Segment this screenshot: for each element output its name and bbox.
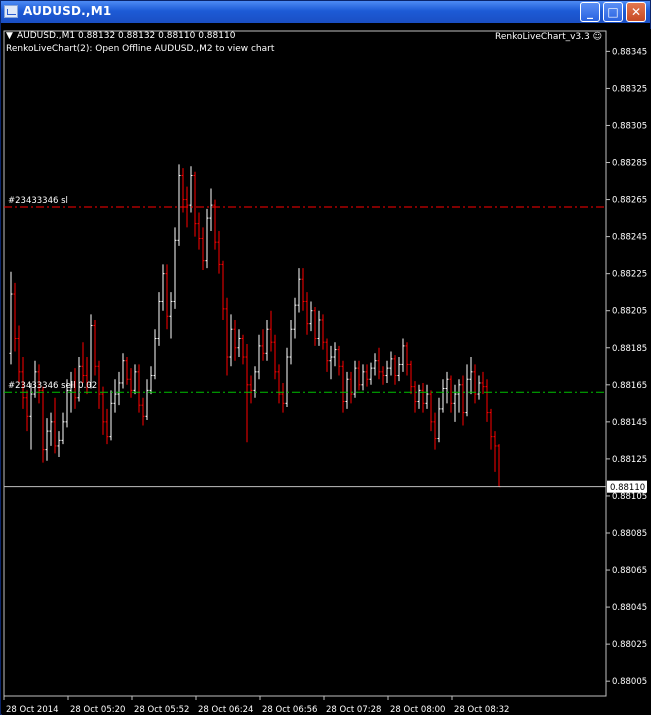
x-tick-label: 28 Oct 06:56 [262, 705, 317, 715]
symbol-dropdown-arrow[interactable]: ▼ [6, 31, 13, 41]
window-title: AUDUSD.,M1 [23, 4, 112, 18]
x-tick-label: 28 Oct 08:32 [454, 705, 509, 715]
y-tick-label: 0.88225 [612, 270, 647, 280]
y-tick-label: 0.88165 [612, 381, 647, 391]
x-tick-label: 28 Oct 05:52 [134, 705, 189, 715]
window-titlebar[interactable]: AUDUSD.,M1 _ □ ✕ [1, 1, 650, 23]
y-tick-label: 0.88265 [612, 196, 647, 206]
y-tick-label: 0.88025 [612, 640, 647, 650]
y-tick-label: 0.88085 [612, 529, 647, 539]
y-tick-label: 0.88205 [612, 307, 647, 317]
chart-window-icon[interactable] [4, 5, 18, 18]
y-tick-label: 0.88345 [612, 47, 647, 57]
y-tick-label: 0.88125 [612, 455, 647, 465]
y-tick-label: 0.88005 [612, 677, 647, 687]
y-tick-label: 0.88325 [612, 84, 647, 94]
minimize-button[interactable]: _ [580, 2, 600, 22]
y-tick-label: 0.88285 [612, 159, 647, 169]
y-tick-label: 0.88185 [612, 344, 647, 354]
y-tick-label: 0.88045 [612, 603, 647, 613]
close-button[interactable]: ✕ [626, 2, 646, 22]
symbol-ohlc-line: AUDUSD.,M1 0.88132 0.88132 0.88110 0.881… [17, 31, 236, 41]
chart-window: AUDUSD.,M1 _ □ ✕ 0.88345 0.88325 0.88305 0.… [0, 0, 651, 715]
stop-loss-label: #23433346 sl [8, 196, 68, 206]
x-tick-label: 28 Oct 08:00 [390, 705, 445, 715]
expert-advisor-label[interactable]: RenkoLiveChart_v3.3 ☺ [495, 32, 602, 42]
order-label: #23433346 sell 0.02 [8, 381, 97, 391]
y-tick-label: 0.88145 [612, 418, 647, 428]
y-tick-label: 0.88105 [612, 492, 647, 502]
x-tick-label: 28 Oct 07:28 [326, 705, 381, 715]
x-tick-label: 28 Oct 06:24 [198, 705, 253, 715]
plot-frame [3, 30, 607, 697]
x-tick-label: 28 Oct 2014 [6, 705, 59, 715]
y-tick-label: 0.88065 [612, 566, 647, 576]
price-chart[interactable]: 0.88345 0.88325 0.88305 0.88285 0.88265 0.882… [2, 29, 651, 715]
maximize-button[interactable]: □ [603, 2, 623, 22]
current-price-value: 0.88110 [610, 483, 645, 493]
x-tick-label: 28 Oct 05:20 [70, 705, 125, 715]
y-tick-label: 0.88305 [612, 121, 647, 131]
chart-canvas[interactable]: 0.88345 0.88325 0.88305 0.88285 0.88265 0.882… [2, 29, 651, 715]
indicator-status: RenkoLiveChart(2): Open Offline AUDUSD.,… [6, 44, 275, 54]
y-tick-label: 0.88245 [612, 233, 647, 243]
